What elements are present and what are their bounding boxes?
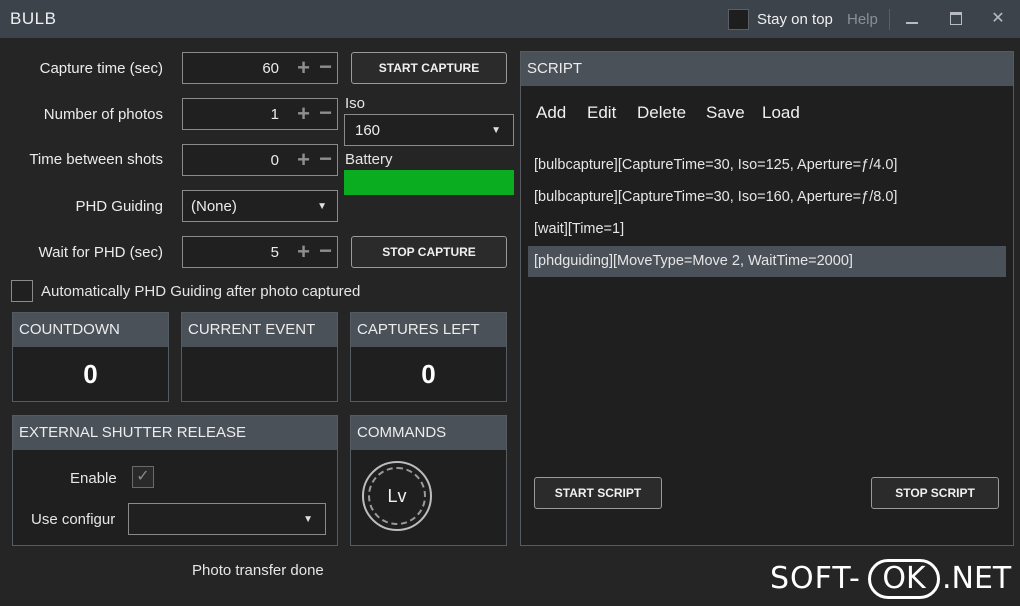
stop-script-button[interactable]: STOP SCRIPT	[871, 477, 999, 509]
minimize-icon	[906, 21, 918, 24]
live-view-label: Lv	[368, 467, 426, 525]
decrement-icon[interactable]: −	[319, 148, 332, 170]
live-view-button[interactable]: Lv	[362, 461, 432, 531]
close-button[interactable]: ✕	[984, 6, 1012, 32]
current-event-panel: CURRENT EVENT	[181, 312, 338, 402]
auto-phd-label: Automatically PHD Guiding after photo ca…	[41, 283, 361, 300]
stay-on-top-label: Stay on top	[757, 11, 833, 28]
script-panel	[520, 51, 1014, 546]
maximize-button[interactable]	[942, 6, 970, 32]
status-text: Photo transfer done	[192, 562, 324, 579]
capture-time-field[interactable]: 60 + −	[182, 52, 338, 84]
phd-guiding-label: PHD Guiding	[75, 198, 163, 215]
captures-left-title: CAPTURES LEFT	[351, 313, 506, 347]
use-config-label: Use configur	[31, 511, 116, 528]
iso-label: Iso	[345, 95, 366, 112]
iso-select[interactable]: 160 ▼	[344, 114, 514, 146]
decrement-icon[interactable]: −	[319, 240, 332, 262]
battery-fill	[344, 170, 514, 195]
iso-value: 160	[355, 122, 381, 139]
phd-guiding-value: (None)	[191, 198, 237, 215]
time-between-label: Time between shots	[29, 151, 163, 168]
script-line[interactable]: [bulbcapture][CaptureTime=30, Iso=160, A…	[528, 182, 1006, 213]
minimize-button[interactable]	[898, 6, 926, 32]
start-script-button[interactable]: START SCRIPT	[534, 477, 662, 509]
wait-phd-value: 5	[270, 244, 279, 261]
checkmark-icon: ✓	[136, 468, 150, 485]
captures-left-value: 0	[421, 359, 436, 389]
start-capture-button[interactable]: START CAPTURE	[351, 52, 507, 84]
use-config-select[interactable]: ▼	[128, 503, 326, 535]
stay-on-top-checkbox[interactable]	[728, 9, 749, 30]
increment-icon[interactable]: +	[297, 57, 310, 79]
title-separator	[889, 9, 890, 30]
increment-icon[interactable]: +	[297, 241, 310, 263]
num-photos-field[interactable]: 1 + −	[182, 98, 338, 130]
capture-time-value: 60	[262, 60, 279, 77]
countdown-value: 0	[83, 359, 98, 389]
app-title: BULB	[10, 9, 57, 28]
external-shutter-title: EXTERNAL SHUTTER RELEASE	[13, 416, 337, 450]
script-load-button[interactable]: Load	[762, 103, 800, 123]
decrement-icon[interactable]: −	[319, 102, 332, 124]
captures-left-panel: CAPTURES LEFT 0	[350, 312, 507, 402]
enable-label: Enable	[70, 470, 117, 487]
wait-phd-label: Wait for PHD (sec)	[38, 244, 163, 261]
countdown-title: COUNTDOWN	[13, 313, 168, 347]
script-save-button[interactable]: Save	[706, 103, 745, 123]
num-photos-value: 1	[270, 106, 279, 123]
commands-title: COMMANDS	[351, 416, 506, 450]
stop-capture-button[interactable]: STOP CAPTURE	[351, 236, 507, 268]
phd-guiding-select[interactable]: (None) ▼	[182, 190, 338, 222]
script-edit-button[interactable]: Edit	[587, 103, 616, 123]
script-line[interactable]: [bulbcapture][CaptureTime=30, Iso=125, A…	[528, 150, 1006, 181]
script-line[interactable]: [wait][Time=1]	[528, 214, 1006, 245]
countdown-panel: COUNTDOWN 0	[12, 312, 169, 402]
enable-checkbox[interactable]: ✓	[132, 466, 154, 488]
wait-phd-field[interactable]: 5 + −	[182, 236, 338, 268]
watermark-logo: SOFT- OK .NET	[770, 559, 1011, 601]
increment-icon[interactable]: +	[297, 149, 310, 171]
time-between-value: 0	[270, 152, 279, 169]
chevron-down-icon: ▼	[303, 514, 313, 525]
capture-time-label: Capture time (sec)	[39, 60, 163, 77]
script-title: SCRIPT	[521, 52, 1013, 86]
help-link[interactable]: Help	[847, 11, 878, 28]
close-icon: ✕	[991, 10, 1005, 27]
time-between-field[interactable]: 0 + −	[182, 144, 338, 176]
chevron-down-icon: ▼	[317, 201, 327, 212]
script-line-selected[interactable]: [phdguiding][MoveType=Move 2, WaitTime=2…	[528, 246, 1006, 277]
increment-icon[interactable]: +	[297, 103, 310, 125]
script-add-button[interactable]: Add	[536, 103, 566, 123]
script-delete-button[interactable]: Delete	[637, 103, 686, 123]
current-event-title: CURRENT EVENT	[182, 313, 337, 347]
battery-bar	[344, 170, 514, 195]
num-photos-label: Number of photos	[43, 106, 163, 123]
chevron-down-icon: ▼	[491, 125, 501, 136]
maximize-icon	[950, 12, 962, 26]
decrement-icon[interactable]: −	[319, 56, 332, 78]
auto-phd-checkbox[interactable]	[11, 280, 33, 302]
battery-label: Battery	[345, 151, 393, 168]
